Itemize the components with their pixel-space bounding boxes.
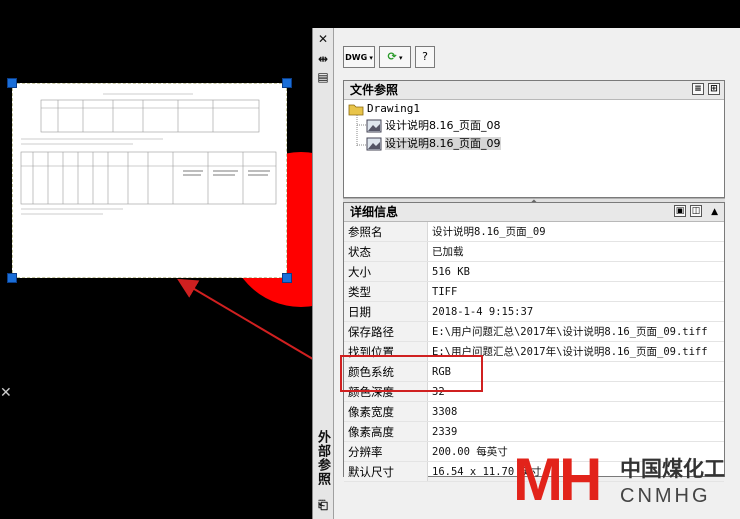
details-pane: 详细信息 ▣ ◫ ▲ 参照名 设计说明8.16_页面_09 状态 已加载 大小 516 K…: [343, 202, 725, 482]
palette-tab-icon[interactable]: ⎗: [316, 498, 330, 512]
image-file-icon: [366, 119, 382, 133]
help-icon: ?: [422, 50, 428, 63]
details-view-icon[interactable]: ▣: [674, 205, 686, 217]
details-row-value: TIFF: [427, 281, 724, 302]
details-row-key: 分辨率: [344, 441, 428, 462]
details-row-key: 日期: [344, 301, 428, 322]
document-thumbnail: [20, 93, 277, 215]
details-row[interactable]: 像素高度 2339: [344, 421, 724, 442]
palette-title: 外部参照: [315, 430, 330, 486]
details-row-key: 状态: [344, 241, 428, 262]
preview-view-icon[interactable]: ◫: [690, 205, 702, 217]
details-row[interactable]: 像素宽度 3308: [344, 401, 724, 422]
file-references-title: 文件参照: [350, 83, 399, 97]
refresh-icon: ⟳: [387, 50, 397, 63]
collapse-icon[interactable]: ▲: [711, 203, 718, 221]
details-row-value: 2018-1-4 9:15:37: [427, 301, 724, 322]
tree-view-icon[interactable]: ⊞: [708, 83, 720, 95]
file-references-pane: 文件参照 ≡ ⊞ Drawing1 设计说明8.16_页面_08 设计说明8.1…: [343, 80, 725, 198]
details-row[interactable]: 类型 TIFF: [344, 281, 724, 302]
details-header: 详细信息 ▣ ◫ ▲: [344, 203, 724, 222]
details-row[interactable]: 保存路径 E:\用户问题汇总\2017年\设计说明8.16_页面_09.tiff: [344, 321, 724, 342]
drawing-canvas[interactable]: ✕: [0, 0, 376, 519]
crosshair-cursor-icon: ✕: [0, 385, 12, 401]
details-row-key: 参照名: [344, 222, 428, 242]
details-row-key: 默认尺寸: [344, 461, 428, 482]
properties-menu-icon[interactable]: ▤: [316, 70, 330, 84]
details-row-key: 保存路径: [344, 321, 428, 342]
details-row-key: 类型: [344, 281, 428, 302]
close-icon[interactable]: ✕: [316, 32, 330, 46]
details-row-value: 已加载: [427, 241, 724, 262]
details-row[interactable]: 大小 516 KB: [344, 261, 724, 282]
details-row-value: 516 KB: [427, 261, 724, 282]
details-row-key: 像素高度: [344, 421, 428, 442]
tree-item-page-09[interactable]: 设计说明8.16_页面_09: [366, 136, 501, 151]
details-row[interactable]: 参照名 设计说明8.16_页面_09: [344, 222, 724, 242]
details-row-value: 设计说明8.16_页面_09: [427, 222, 724, 242]
details-row[interactable]: 状态 已加载: [344, 241, 724, 262]
details-row[interactable]: 日期 2018-1-4 9:15:37: [344, 301, 724, 322]
watermark-cn-text: 中国煤化工: [620, 457, 725, 481]
details-row-key: 像素宽度: [344, 401, 428, 422]
file-references-header: 文件参照 ≡ ⊞: [344, 81, 724, 100]
details-table: 参照名 设计说明8.16_页面_09 状态 已加载 大小 516 KB 类型 TIFF 日期 20…: [344, 222, 724, 482]
auto-hide-icon[interactable]: ⇹: [316, 52, 330, 66]
highlight-box: [340, 355, 483, 392]
folder-drawing-icon: [348, 102, 364, 116]
details-title: 详细信息: [350, 205, 399, 219]
details-row-key: 大小: [344, 261, 428, 282]
tree-item-page-08[interactable]: 设计说明8.16_页面_08: [366, 118, 501, 133]
list-view-icon[interactable]: ≡: [692, 83, 704, 95]
raster-image-reference[interactable]: [12, 83, 287, 278]
help-button[interactable]: ?: [415, 46, 435, 68]
tree-root-drawing[interactable]: Drawing1: [348, 101, 420, 116]
watermark-en-text: CNMHG: [620, 485, 711, 507]
refresh-button[interactable]: ⟳ ▾: [379, 46, 411, 68]
grip-handle-bottom-right[interactable]: [282, 273, 292, 283]
image-file-icon: [366, 137, 382, 151]
details-row-value: E:\用户问题汇总\2017年\设计说明8.16_页面_09.tiff: [427, 321, 724, 342]
attach-dwg-button[interactable]: DWG ▾: [343, 46, 375, 68]
grip-handle-bottom-left[interactable]: [7, 273, 17, 283]
grip-handle-top-right[interactable]: [282, 78, 292, 88]
grip-handle-top-left[interactable]: [7, 78, 17, 88]
watermark-logo: MH 中国煤化工 CNMHG: [510, 449, 740, 519]
palette-title-strip[interactable]: ✕ ⇹ ▤ 外部参照 ⎗: [313, 28, 334, 519]
details-row-value: 2339: [427, 421, 724, 442]
attach-dwg-icon: DWG: [345, 53, 368, 62]
details-row-value: 3308: [427, 401, 724, 422]
watermark-mark: MH: [513, 446, 602, 513]
